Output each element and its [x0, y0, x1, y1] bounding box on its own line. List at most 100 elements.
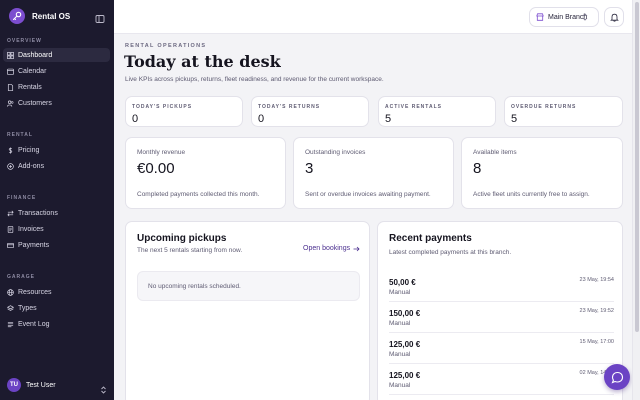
sidebar-item-label: Types [18, 304, 37, 312]
payment-amount: 50,00 € [389, 278, 416, 287]
sidebar-item-rentals[interactable]: Rentals [3, 80, 110, 94]
chat-icon [611, 371, 623, 383]
sidebar-item-label: Customers [18, 99, 52, 107]
sidebar-item-invoices[interactable]: Invoices [3, 222, 110, 236]
grid-icon [7, 51, 14, 59]
avatar: TU [7, 378, 21, 392]
log-icon [7, 321, 14, 327]
chevron-up-down-icon [100, 381, 107, 394]
stat-value: 3 [305, 160, 314, 177]
kpi-label: OVERDUE RETURNS [511, 104, 577, 110]
sidebar-item-label: Payments [18, 241, 50, 249]
kpi-label: TODAY'S PICKUPS [132, 104, 193, 110]
kpi-value: 5 [511, 113, 518, 125]
section-label-garage: GARAGE [7, 274, 35, 280]
sidebar-item-add-ons[interactable]: Add-ons [3, 159, 110, 173]
empty-state-text: No upcoming rentals scheduled. [148, 283, 241, 290]
open-bookings-link[interactable]: Open bookings [303, 245, 360, 252]
sidebar-item-dashboard[interactable]: Dashboard [3, 48, 110, 62]
stat-value: €0.00 [137, 160, 175, 177]
recent-payments-panel: Recent payments Latest completed payment… [377, 221, 623, 400]
sidebar-item-label: Invoices [18, 225, 44, 233]
stat-card-monthly-revenue: Monthly revenue €0.00 Completed payments… [125, 137, 286, 209]
section-label-finance: FINANCE [7, 195, 37, 201]
stat-card-outstanding-invoices: Outstanding invoices 3 Sent or overdue i… [293, 137, 454, 209]
sidebar-item-payments[interactable]: Payments [3, 238, 110, 252]
payment-method: Manual [389, 320, 411, 327]
empty-state: No upcoming rentals scheduled. [137, 271, 360, 301]
kpi-value: 5 [385, 113, 392, 125]
sidebar-item-label: Pricing [18, 146, 40, 154]
section-label-rental: RENTAL [7, 132, 33, 138]
sidebar-item-label: Event Log [18, 320, 50, 328]
sidebar-item-calendar[interactable]: Calendar [3, 64, 110, 78]
sidebar-item-transactions[interactable]: Transactions [3, 206, 110, 220]
payment-method: Manual [389, 351, 411, 358]
panel-title: Upcoming pickups [137, 233, 227, 244]
invoice-icon [7, 225, 14, 233]
transactions-icon [7, 210, 14, 216]
branch-selector[interactable]: Main Branch [529, 7, 599, 27]
collapse-sidebar-icon[interactable] [95, 11, 105, 23]
brand[interactable]: Rental OS [9, 8, 105, 24]
calendar-icon [7, 68, 14, 75]
sidebar-item-pricing[interactable]: Pricing [3, 143, 110, 157]
payment-row[interactable]: 150,00 € Manual 23 May, 19:52 [389, 303, 614, 333]
stat-label: Monthly revenue [137, 149, 186, 156]
stat-description: Sent or overdue invoices awaiting paymen… [305, 191, 431, 198]
panel-subtitle: The next 5 rentals starting from now. [137, 247, 243, 254]
sidebar-item-label: Transactions [18, 209, 58, 217]
bell-icon [609, 13, 619, 22]
section-label-overview: OVERVIEW [7, 38, 42, 44]
sidebar-item-types[interactable]: Types [3, 301, 110, 315]
payment-row[interactable]: 125,00 € Manual 15 May, 17:00 [389, 334, 614, 364]
panel-subtitle: Latest completed payments at this branch… [389, 249, 512, 256]
sidebar-item-label: Rentals [18, 83, 42, 91]
stat-label: Outstanding invoices [305, 149, 366, 156]
payment-amount: 125,00 € [389, 371, 421, 380]
stat-value: 8 [473, 160, 482, 177]
payment-method: Manual [389, 289, 411, 296]
sidebar: Rental OS OVERVIEW Dashboard Calendar Re… [0, 0, 114, 400]
sidebar-item-event-log[interactable]: Event Log [3, 317, 110, 331]
notifications-button[interactable] [604, 7, 624, 27]
kpi-value: 0 [258, 113, 265, 125]
card-icon [7, 242, 14, 248]
chat-button[interactable] [604, 364, 630, 390]
store-icon [536, 13, 544, 21]
stat-description: Completed payments collected this month. [137, 191, 260, 198]
payment-row[interactable]: 125,00 € Manual 02 May, 14:00 [389, 365, 614, 395]
payment-date: 23 May, 19:52 [579, 308, 614, 314]
payment-method: Manual [389, 382, 411, 389]
page-subtitle: Live KPIs across pickups, returns, fleet… [125, 76, 384, 83]
document-icon [7, 83, 14, 91]
stat-card-available-items: Available items 8 Active fleet units cur… [461, 137, 623, 209]
app-name: Rental OS [32, 11, 71, 21]
kpi-card-returns: TODAY'S RETURNS 0 [251, 96, 369, 127]
link-label: Open bookings [303, 245, 351, 252]
page-eyebrow: RENTAL OPERATIONS [125, 43, 207, 49]
users-icon [7, 100, 14, 107]
globe-icon [7, 288, 14, 296]
upcoming-pickups-panel: Upcoming pickups The next 5 rentals star… [125, 221, 370, 400]
sidebar-item-customers[interactable]: Customers [3, 96, 110, 110]
kpi-value: 0 [132, 113, 139, 125]
scrollbar-thumb[interactable] [635, 2, 639, 332]
payment-row[interactable]: 50,00 € Manual 23 May, 19:54 [389, 272, 614, 302]
scrollbar[interactable] [632, 0, 640, 400]
topbar: Main Branch [114, 0, 632, 34]
panel-title: Recent payments [389, 233, 472, 244]
kpi-card-pickups: TODAY'S PICKUPS 0 [125, 96, 243, 127]
stat-label: Available items [473, 149, 517, 156]
sidebar-item-label: Dashboard [18, 51, 53, 59]
stat-description: Active fleet units currently free to ass… [473, 191, 590, 198]
kpi-label: ACTIVE RENTALS [385, 104, 442, 110]
kpi-card-overdue-returns: OVERDUE RETURNS 5 [504, 96, 623, 127]
user-menu[interactable]: TU Test User [7, 378, 107, 394]
arrow-right-icon [353, 246, 360, 251]
sidebar-item-resources[interactable]: Resources [3, 285, 110, 299]
kpi-label: TODAY'S RETURNS [258, 104, 321, 110]
payment-date: 15 May, 17:00 [579, 339, 614, 345]
layers-icon [7, 304, 14, 311]
chevron-up-down-icon [582, 13, 588, 21]
